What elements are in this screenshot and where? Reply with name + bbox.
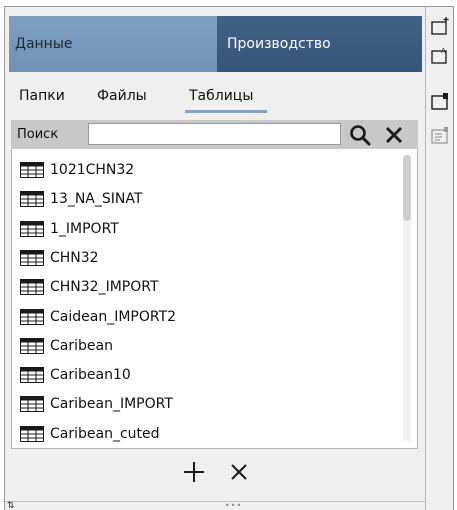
search-bar: Поиск	[11, 120, 418, 149]
table-list[interactable]: 1021CHN32 13_NA_SINAT 1_IMPORT CHN32 CHN32_I…	[11, 149, 418, 449]
add-window-icon[interactable]	[430, 16, 450, 36]
table-icon	[20, 425, 44, 442]
clear-search-icon[interactable]	[382, 123, 406, 147]
list-scrollbar[interactable]	[403, 155, 411, 441]
list-scrollbar-thumb[interactable]	[403, 155, 411, 221]
svg-text:A: A	[441, 47, 446, 55]
search-input[interactable]	[88, 123, 341, 145]
tab-data[interactable]: Данные	[9, 16, 217, 72]
list-item-label: Caribean10	[50, 367, 131, 384]
list-item-label: 1021CHN32	[50, 162, 135, 178]
list-item-label: 1_IMPORT	[50, 220, 119, 237]
search-icon[interactable]	[348, 123, 372, 147]
tab-production-label: Производство	[227, 36, 331, 52]
resize-grip-icon[interactable]: •••	[225, 502, 242, 510]
table-icon	[20, 162, 44, 178]
tab-production[interactable]: Производство	[217, 16, 422, 72]
tab-data-label: Данные	[15, 36, 73, 52]
table-icon	[20, 337, 44, 354]
list-item-label: Caribean	[50, 337, 113, 354]
table-icon	[20, 279, 44, 296]
mode-tab-bar: Данные Производство	[9, 16, 422, 72]
main-window: Данные Производство Папки Файлы Таблицы …	[4, 6, 454, 510]
tab-tables[interactable]: Таблицы	[184, 79, 268, 113]
list-item-label: CHN32_IMPORT	[50, 279, 159, 296]
new-window-icon[interactable]	[430, 91, 450, 111]
sort-icon: ⇅	[7, 501, 15, 510]
data-panel: Данные Производство Папки Файлы Таблицы …	[5, 7, 426, 510]
notes-icon[interactable]	[430, 125, 450, 145]
close-icon[interactable]	[229, 462, 249, 482]
list-item-label: 13_NA_SINAT	[50, 191, 143, 208]
table-icon	[20, 249, 44, 266]
list-item[interactable]: 1021CHN32	[20, 158, 134, 182]
list-item[interactable]: Caribean	[20, 334, 113, 358]
table-icon	[20, 191, 44, 208]
table-icon	[20, 396, 44, 413]
plus-icon[interactable]	[181, 459, 207, 485]
table-icon	[20, 308, 44, 325]
list-item[interactable]: Caribean10	[20, 363, 131, 387]
tab-files[interactable]: Файлы	[97, 79, 147, 113]
search-label: Поиск	[17, 127, 59, 142]
table-icon	[20, 367, 44, 384]
side-toolbar: A	[426, 7, 453, 510]
list-item-label: Caribean_cuted	[50, 425, 160, 442]
list-item[interactable]: CHN32	[20, 246, 99, 270]
list-item[interactable]: Caribean_cuted	[20, 422, 160, 446]
tab-folders[interactable]: Папки	[19, 79, 65, 113]
list-item[interactable]: CHN32_IMPORT	[20, 275, 159, 299]
list-item-label: Caribean_IMPORT	[50, 396, 173, 413]
list-item[interactable]: Caribean_IMPORT	[20, 392, 173, 416]
list-item[interactable]: Caidean_IMPORT2	[20, 305, 176, 329]
list-item-label: CHN32	[50, 249, 99, 266]
rename-window-icon[interactable]: A	[430, 45, 450, 65]
list-item-label: Caidean_IMPORT2	[50, 308, 177, 325]
subtab-bar: Папки Файлы Таблицы	[9, 79, 422, 113]
list-actions	[11, 455, 418, 491]
list-item[interactable]: 1_IMPORT	[20, 217, 119, 241]
status-strip: ⇅ •••	[5, 501, 426, 510]
table-icon	[20, 220, 44, 237]
list-item[interactable]: 13_NA_SINAT	[20, 187, 142, 211]
